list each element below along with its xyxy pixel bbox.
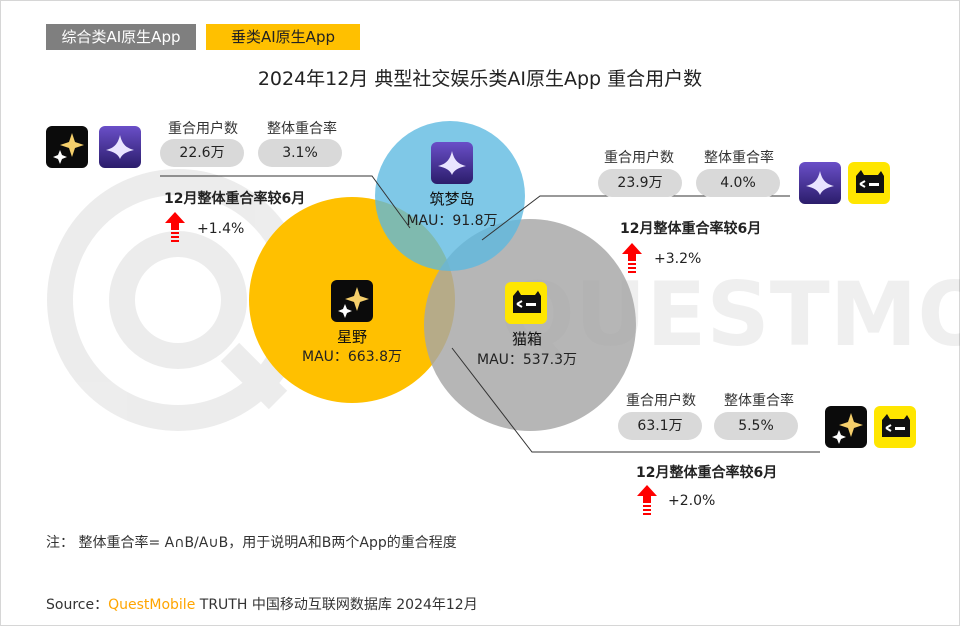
overlap-rate-value: 5.5% bbox=[714, 412, 798, 440]
overlap-users-value: 63.1万 bbox=[618, 412, 702, 440]
star-glow-icon bbox=[99, 126, 141, 168]
compare-label: 12月整体重合率较6月 bbox=[636, 465, 778, 481]
delta-value: +2.0% bbox=[668, 493, 716, 509]
sparkle-icon bbox=[331, 280, 373, 322]
overlap-users-header: 重合用户数 bbox=[604, 150, 674, 166]
overlap-users-header: 重合用户数 bbox=[626, 393, 696, 409]
up-arrow-icon bbox=[637, 485, 657, 515]
overlap-rate-header: 整体重合率 bbox=[724, 393, 794, 409]
overlap-users-value: 23.9万 bbox=[598, 169, 682, 197]
overlap-rate-header: 整体重合率 bbox=[704, 150, 774, 166]
overlap-rate-header: 整体重合率 bbox=[267, 121, 337, 137]
up-arrow-icon bbox=[165, 212, 185, 242]
overlap-users-header: 重合用户数 bbox=[168, 121, 238, 137]
cat-box-icon bbox=[505, 282, 547, 324]
overlap-rate-value: 3.1% bbox=[258, 139, 342, 167]
delta-value: +3.2% bbox=[654, 251, 702, 267]
set-mau-maoxiang: MAU：537.3万 bbox=[477, 352, 577, 368]
compare-label: 12月整体重合率较6月 bbox=[164, 191, 306, 207]
sparkle-icon bbox=[46, 126, 88, 168]
source-line: Source：QuestMobile TRUTH 中国移动互联网数据库 2024… bbox=[46, 594, 478, 614]
overlap-rate-value: 4.0% bbox=[696, 169, 780, 197]
star-glow-icon bbox=[431, 142, 473, 184]
overlap-users-value: 22.6万 bbox=[160, 139, 244, 167]
source-rest: TRUTH 中国移动互联网数据库 2024年12月 bbox=[195, 597, 478, 613]
delta-value: +1.4% bbox=[197, 221, 245, 237]
star-glow-icon bbox=[799, 162, 841, 204]
set-mau-zhumengdao: MAU：91.8万 bbox=[406, 213, 498, 229]
cat-box-icon bbox=[848, 162, 890, 204]
source-brand: QuestMobile bbox=[108, 597, 196, 613]
set-mau-xingye: MAU：663.8万 bbox=[302, 349, 402, 365]
set-name-maoxiang: 猫箱 bbox=[511, 330, 542, 348]
set-name-zhumengdao: 筑梦岛 bbox=[429, 190, 475, 208]
compare-label: 12月整体重合率较6月 bbox=[620, 221, 762, 237]
set-name-xingye: 星野 bbox=[336, 328, 367, 346]
up-arrow-icon bbox=[622, 243, 642, 273]
source-prefix: Source： bbox=[46, 597, 109, 613]
footnote: 注： 整体重合率= A∩B/A∪B，用于说明A和B两个App的重合程度 bbox=[46, 535, 457, 551]
cat-box-icon bbox=[874, 406, 916, 448]
sparkle-icon bbox=[825, 406, 867, 448]
